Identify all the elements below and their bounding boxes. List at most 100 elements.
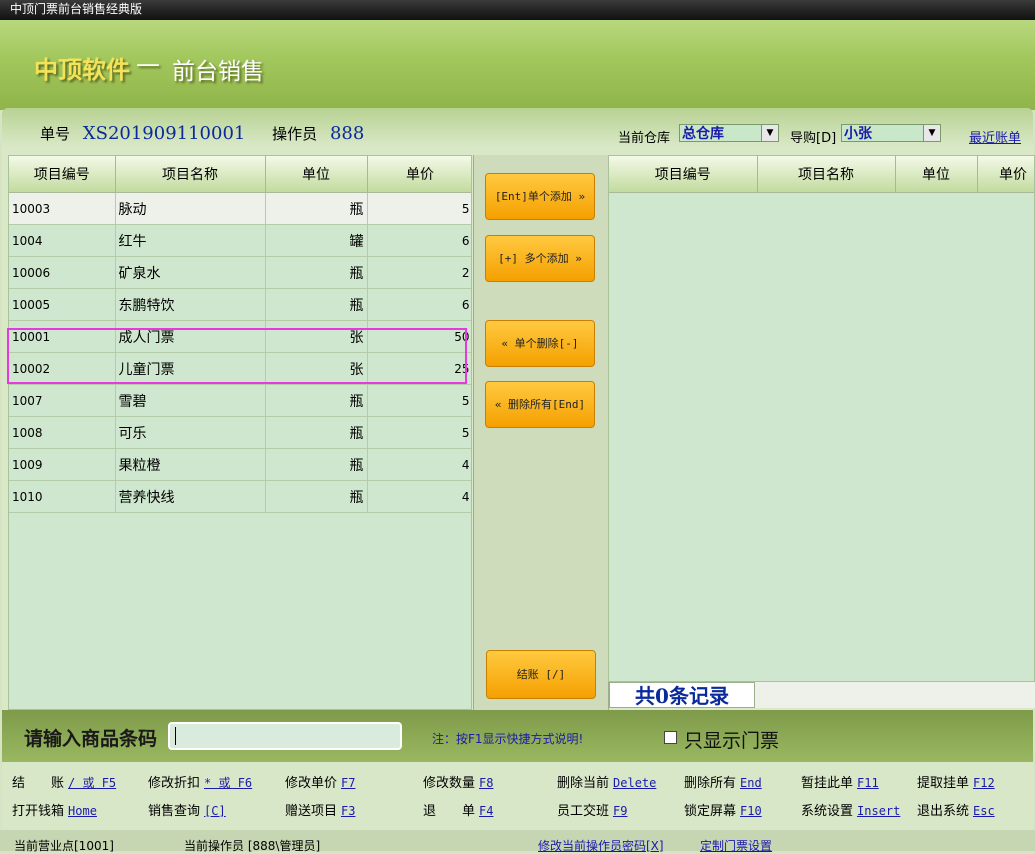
shortcut-label: 打开钱箱 (12, 804, 65, 819)
shortcut-panel: 结 账 / 或 F5 修改折扣 * 或 F6 修改单价 F7 修改数量 F8 删除当前 D… (2, 762, 1033, 830)
shortcut-key[interactable]: Esc (973, 804, 995, 818)
item-price: 25 (367, 352, 471, 385)
item-code: 1007 (9, 384, 116, 417)
column-header[interactable]: 单价 (977, 156, 1034, 193)
shortcut-item[interactable]: 结 账 / 或 F5 (12, 772, 116, 791)
item-name: 雪碧 (115, 384, 266, 417)
app-banner: 中顶软件 — 前台销售 (0, 20, 1035, 110)
shortcut-key[interactable]: * 或 F6 (204, 776, 252, 790)
shortcut-item[interactable]: 系统设置 Insert (801, 800, 900, 819)
brand-name: 中顶软件 (34, 55, 130, 84)
shortcut-key[interactable]: Delete (613, 776, 656, 790)
item-name: 红牛 (115, 224, 266, 257)
column-header[interactable]: 项目编号 (9, 156, 116, 193)
column-header[interactable]: 单位 (265, 156, 368, 193)
item-unit: 瓶 (265, 416, 368, 449)
status-bar: 当前营业点[1001] 当前操作员 [888\管理员] 修改当前操作员密码[X]… (0, 830, 1035, 854)
item-price: 4 (367, 480, 471, 513)
item-unit: 瓶 (265, 448, 368, 481)
shortcut-key[interactable]: End (740, 776, 762, 790)
only-tickets-checkbox[interactable] (664, 731, 677, 744)
shortcut-hint: 注：按F1显示快捷方式说明! (432, 732, 584, 746)
shortcut-item[interactable]: 删除当前 Delete (557, 772, 656, 791)
order-number-label: 单号 (40, 125, 71, 143)
table-row[interactable]: 1004 红牛罐 6 (9, 224, 471, 257)
checkout-button[interactable]: 结账 [/] (486, 650, 596, 699)
table-row[interactable]: 1008 可乐瓶 5 (9, 416, 471, 449)
table-row[interactable]: 10006 矿泉水瓶 2 (9, 256, 471, 289)
shortcut-key[interactable]: F10 (740, 804, 762, 818)
item-name: 儿童门票 (115, 352, 266, 385)
shortcut-label: 修改数量 (423, 776, 476, 791)
table-row[interactable]: 10005 东鹏特饮瓶 6 (9, 288, 471, 321)
recent-bills-link[interactable]: 最近账单 (969, 127, 1021, 146)
add-many-button[interactable]: [+] 多个添加 » (485, 235, 595, 282)
item-code: 10002 (9, 352, 116, 385)
ticket-settings-link[interactable]: 定制门票设置 (700, 837, 772, 854)
item-price: 5 (367, 384, 471, 417)
column-header[interactable]: 项目名称 (115, 156, 266, 193)
shortcut-item[interactable]: 删除所有 End (684, 772, 762, 791)
column-header[interactable]: 单价 (367, 156, 471, 193)
shortcut-key[interactable]: F3 (341, 804, 355, 818)
shortcut-item[interactable]: 员工交班 F9 (557, 800, 627, 819)
guide-select[interactable]: 小张 ▼ (841, 124, 941, 142)
table-row[interactable]: 1010 营养快线瓶 4 (9, 480, 471, 513)
table-row[interactable]: 10003 脉动瓶 5 (9, 192, 471, 225)
add-one-button[interactable]: [Ent]单个添加 » (485, 173, 595, 220)
item-code: 1008 (9, 416, 116, 449)
cart-grid: 项目编号 项目名称 单位 单价 (608, 155, 1035, 682)
shortcut-key[interactable]: F12 (973, 776, 995, 790)
table-row[interactable]: 1009 果粒橙瓶 4 (9, 448, 471, 481)
column-header[interactable]: 项目名称 (757, 156, 896, 193)
shortcut-item[interactable]: 销售查询 [C] (148, 800, 226, 819)
brand-separator: — (136, 50, 160, 78)
change-password-link[interactable]: 修改当前操作员密码[X] (538, 837, 664, 854)
item-code: 10001 (9, 320, 116, 353)
table-row[interactable]: 10002 儿童门票张 25 (9, 352, 471, 385)
shortcut-key[interactable]: F9 (613, 804, 627, 818)
shortcut-label: 退出系统 (917, 804, 970, 819)
shortcut-item[interactable]: 退 单 F4 (423, 800, 493, 819)
item-name: 可乐 (115, 416, 266, 449)
shortcut-key[interactable]: Insert (857, 804, 900, 818)
shortcut-item[interactable]: 修改折扣 * 或 F6 (148, 772, 252, 791)
shortcut-key[interactable]: [C] (204, 804, 226, 818)
item-unit: 瓶 (265, 480, 368, 513)
shortcut-label: 提取挂单 (917, 776, 970, 791)
barcode-input[interactable] (168, 722, 402, 750)
chevron-down-icon[interactable]: ▼ (923, 125, 940, 141)
column-header[interactable]: 项目编号 (609, 156, 758, 193)
shortcut-item[interactable]: 退出系统 Esc (917, 800, 995, 819)
shortcut-key[interactable]: Home (68, 804, 97, 818)
chevron-down-icon[interactable]: ▼ (761, 125, 778, 141)
operator-label: 操作员 (272, 125, 318, 143)
delete-all-button[interactable]: « 删除所有[End] (485, 381, 595, 428)
shortcut-item[interactable]: 打开钱箱 Home (12, 800, 97, 819)
shortcut-key[interactable]: F7 (341, 776, 355, 790)
item-unit: 张 (265, 320, 368, 353)
only-tickets-label[interactable]: 只显示门票 (684, 726, 779, 753)
shortcut-item[interactable]: 赠送项目 F3 (285, 800, 355, 819)
table-row[interactable]: 1007 雪碧瓶 5 (9, 384, 471, 417)
warehouse-select[interactable]: 总仓库 ▼ (679, 124, 779, 142)
shortcut-item[interactable]: 提取挂单 F12 (917, 772, 995, 791)
shortcut-item[interactable]: 修改单价 F7 (285, 772, 355, 791)
table-row[interactable]: 10001 成人门票张 50 (9, 320, 471, 353)
record-count-bar (755, 682, 1035, 708)
shortcut-key[interactable]: F4 (479, 804, 493, 818)
delete-one-button[interactable]: « 单个删除[-] (485, 320, 595, 367)
warehouse-value: 总仓库 (682, 126, 724, 142)
shortcut-item[interactable]: 锁定屏幕 F10 (684, 800, 762, 819)
item-unit: 瓶 (265, 256, 368, 289)
column-header[interactable]: 单位 (895, 156, 978, 193)
shortcut-key[interactable]: F11 (857, 776, 879, 790)
item-code: 10006 (9, 256, 116, 289)
shortcut-key[interactable]: F8 (479, 776, 493, 790)
shortcut-item[interactable]: 修改数量 F8 (423, 772, 493, 791)
shortcut-key[interactable]: / 或 F5 (68, 776, 116, 790)
barcode-bar: 请输入商品条码 注：按F1显示快捷方式说明! 只显示门票 (2, 710, 1033, 762)
item-price: 4 (367, 448, 471, 481)
item-price: 2 (367, 256, 471, 289)
shortcut-item[interactable]: 暂挂此单 F11 (801, 772, 879, 791)
